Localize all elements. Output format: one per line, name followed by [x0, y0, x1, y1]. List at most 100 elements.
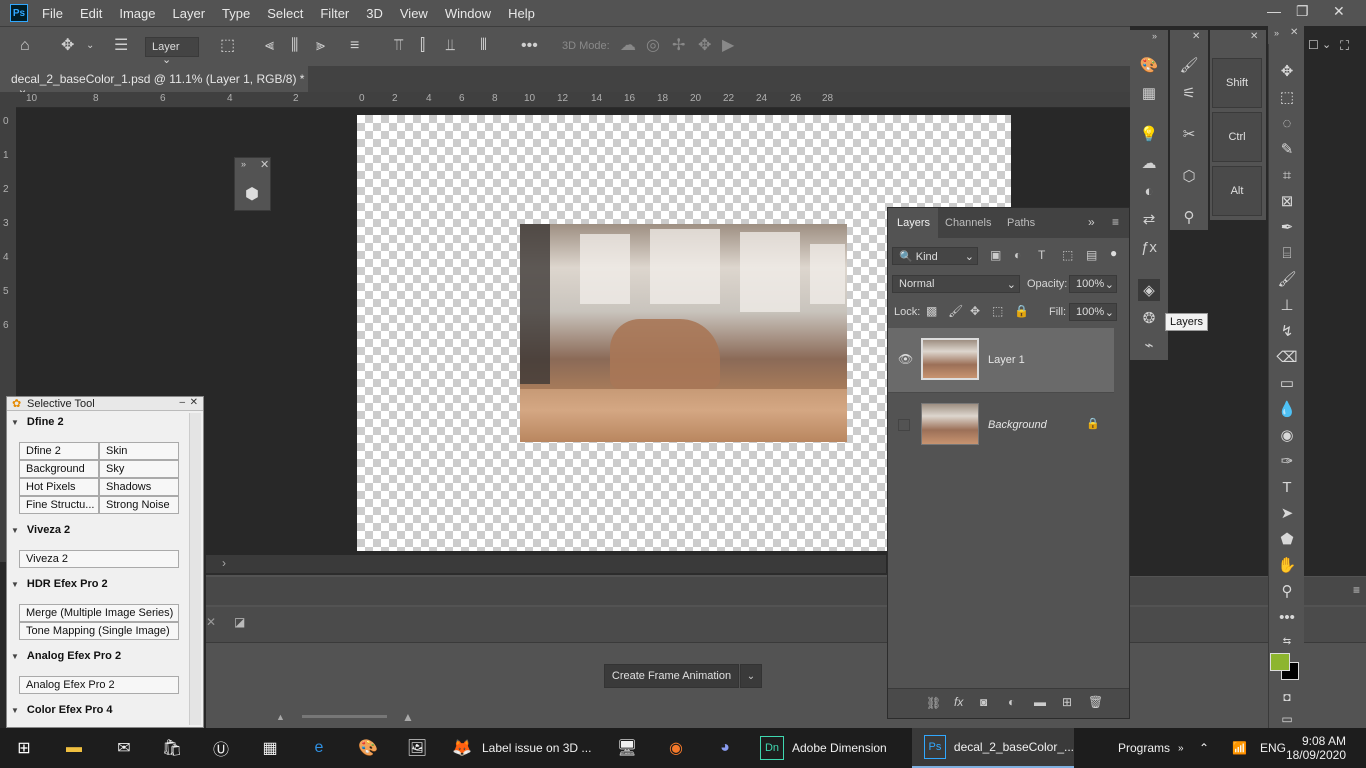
distribute-vertical-icon[interactable]: ⦀ [480, 36, 487, 56]
orbit-3d-icon[interactable]: ☁ [620, 36, 636, 56]
section-dfine[interactable]: Dfine 2 [11, 416, 64, 428]
restore-icon[interactable]: ❐ [1296, 3, 1309, 20]
lock-transparent-icon[interactable]: ▩ [926, 304, 937, 318]
fx-icon[interactable]: fx [954, 695, 963, 709]
wifi-icon[interactable]: 📶 [1232, 728, 1247, 768]
swap-colors-icon[interactable]: ⇆ [1276, 630, 1298, 652]
menu-image[interactable]: Image [119, 6, 155, 21]
filter-type-icon[interactable]: T [1038, 248, 1045, 262]
layers-icon[interactable]: ◈ [1138, 279, 1160, 301]
shift-key-button[interactable]: Shift [1212, 58, 1262, 108]
dodge-tool-icon[interactable]: ◉ [1276, 424, 1298, 446]
alt-key-button[interactable]: Alt [1212, 166, 1262, 216]
menu-file[interactable]: File [42, 6, 63, 21]
align-left-icon[interactable]: ⫷ [265, 36, 274, 56]
chevron-down-icon[interactable]: ⌄ [86, 36, 94, 56]
brush-settings-icon[interactable]: ⇄ [1138, 208, 1160, 230]
quick-select-tool-icon[interactable]: ✎ [1276, 138, 1298, 160]
dfine-2-button[interactable]: Dfine 2 [19, 442, 99, 460]
firefox-task[interactable]: 🦊 Label issue on 3D ... [450, 728, 601, 768]
menu-window[interactable]: Window [445, 6, 491, 21]
drag-3d-icon[interactable]: ✢ [672, 36, 685, 56]
roll-3d-icon[interactable]: ◎ [646, 36, 660, 56]
paint-icon[interactable]: 🎨 [356, 728, 388, 768]
blender-icon[interactable]: ◉ [664, 728, 696, 768]
transform-controls-icon[interactable]: ⬚ [220, 36, 235, 56]
photoshop-task[interactable]: Ps decal_2_baseColor_... [912, 728, 1074, 768]
align-top-icon[interactable]: ⫪ [394, 36, 403, 56]
analog-efex-button[interactable]: Analog Efex Pro 2 [19, 676, 179, 694]
frame-tool-icon[interactable]: ⊠ [1276, 190, 1298, 212]
layer-row[interactable]: Background 🔒 [888, 392, 1114, 456]
discord-icon[interactable]: ◕ [713, 728, 745, 768]
close-icon[interactable]: ✕ [1250, 31, 1258, 42]
layer-row[interactable]: 👁 Layer 1 [888, 328, 1114, 392]
paths-icon[interactable]: ⌁ [1138, 334, 1160, 356]
filter-kind-dropdown[interactable]: 🔍 Kind ⌄ [892, 247, 978, 265]
gradient-tool-icon[interactable]: ▭ [1276, 372, 1298, 394]
language-indicator[interactable]: ENG [1260, 728, 1286, 768]
move-tool-icon[interactable]: ✥ [61, 36, 74, 56]
store-icon[interactable]: 🛍 [160, 728, 192, 768]
pen-tool-icon[interactable]: ✑ [1276, 450, 1298, 472]
clone-source-icon[interactable]: ✂ [1178, 123, 1200, 145]
vertical-scrollbar[interactable] [189, 413, 201, 725]
blur-tool-icon[interactable]: 💧 [1276, 398, 1298, 420]
animation-type-dropdown[interactable]: ⌄ [740, 664, 762, 688]
layer-name[interactable]: Background [988, 419, 1047, 431]
auto-select-dropdown[interactable]: Layer ⌄ [145, 37, 199, 66]
close-icon[interactable]: ✕ [1192, 31, 1200, 42]
visibility-toggle[interactable] [898, 419, 910, 431]
trash-icon[interactable]: 🗑 [1088, 695, 1103, 709]
expand-icon[interactable]: » [1274, 28, 1279, 38]
visibility-eye-icon[interactable]: 👁 [898, 352, 913, 366]
quick-mask-icon[interactable]: ◘ [1276, 686, 1298, 708]
horizontal-scrollbar[interactable]: › [206, 555, 886, 573]
color-palette-icon[interactable]: 🎨 [1138, 54, 1160, 76]
delete-frame-icon[interactable]: ✕ [206, 615, 216, 629]
lock-position-icon[interactable]: ✥ [970, 304, 980, 318]
menu-view[interactable]: View [400, 6, 428, 21]
filter-pixel-icon[interactable]: ▣ [990, 248, 1001, 262]
chevron-down-icon[interactable]: ⌄ [1322, 38, 1331, 51]
chevron-right-icon[interactable]: › [222, 556, 226, 570]
section-analog-efex[interactable]: Analog Efex Pro 2 [11, 650, 121, 662]
mail-icon[interactable]: ✉ [112, 728, 144, 768]
eyedropper-tool-icon[interactable]: ✒ [1276, 216, 1298, 238]
layer-name[interactable]: Layer 1 [988, 354, 1025, 366]
brush-icon[interactable]: 🖌 [1178, 54, 1200, 76]
path-select-tool-icon[interactable]: ➤ [1276, 502, 1298, 524]
collapse-icon[interactable]: » [1088, 215, 1095, 229]
strong-noise-button[interactable]: Strong Noise [99, 496, 179, 514]
distribute-icon[interactable]: ≡ [350, 36, 359, 56]
auto-select-icon[interactable]: ☰ [114, 36, 128, 56]
photos-icon[interactable]: 🖼 [405, 728, 437, 768]
navigator-icon[interactable]: ⚲ [1178, 206, 1200, 228]
convert-icon[interactable]: ◪ [234, 615, 245, 629]
expand-icon[interactable]: » [1152, 31, 1157, 41]
menu-3d[interactable]: 3D [366, 6, 383, 21]
close-icon[interactable]: ✕ [1333, 3, 1345, 20]
document-tab[interactable]: decal_2_baseColor_1.psd @ 11.1% (Layer 1… [0, 66, 308, 100]
menu-type[interactable]: Type [222, 6, 250, 21]
tab-layers[interactable]: Layers [897, 217, 930, 229]
lock-all-icon[interactable]: 🔒 [1014, 304, 1029, 318]
sky-button[interactable]: Sky [99, 460, 179, 478]
start-button[interactable]: ⊞ [12, 728, 44, 768]
3d-object-icon[interactable]: ⬢ [245, 184, 259, 204]
link-layers-icon[interactable]: ⛓ [926, 696, 941, 710]
tray-expand-icon[interactable]: ⌃ [1199, 728, 1209, 768]
file-explorer-icon[interactable]: ▬ [62, 728, 94, 768]
tab-paths[interactable]: Paths [1007, 217, 1035, 229]
filter-smart-object-icon[interactable]: ▤ [1086, 248, 1097, 262]
stamp-tool-icon[interactable]: ⊥ [1276, 294, 1298, 316]
section-hdr-efex[interactable]: HDR Efex Pro 2 [11, 578, 108, 590]
tone-mapping-button[interactable]: Tone Mapping (Single Image) [19, 622, 179, 640]
programs-toolbar[interactable]: Programs » [1118, 728, 1184, 768]
menu-edit[interactable]: Edit [80, 6, 102, 21]
section-color-efex[interactable]: Color Efex Pro 4 [11, 704, 113, 716]
adjustment-layer-icon[interactable]: ◐ [1008, 695, 1015, 709]
adobe-dimension-task[interactable]: Dn Adobe Dimension [760, 728, 887, 768]
zoom-tool-icon[interactable]: ⚲ [1276, 580, 1298, 602]
lock-image-icon[interactable]: 🖌 [948, 304, 963, 318]
